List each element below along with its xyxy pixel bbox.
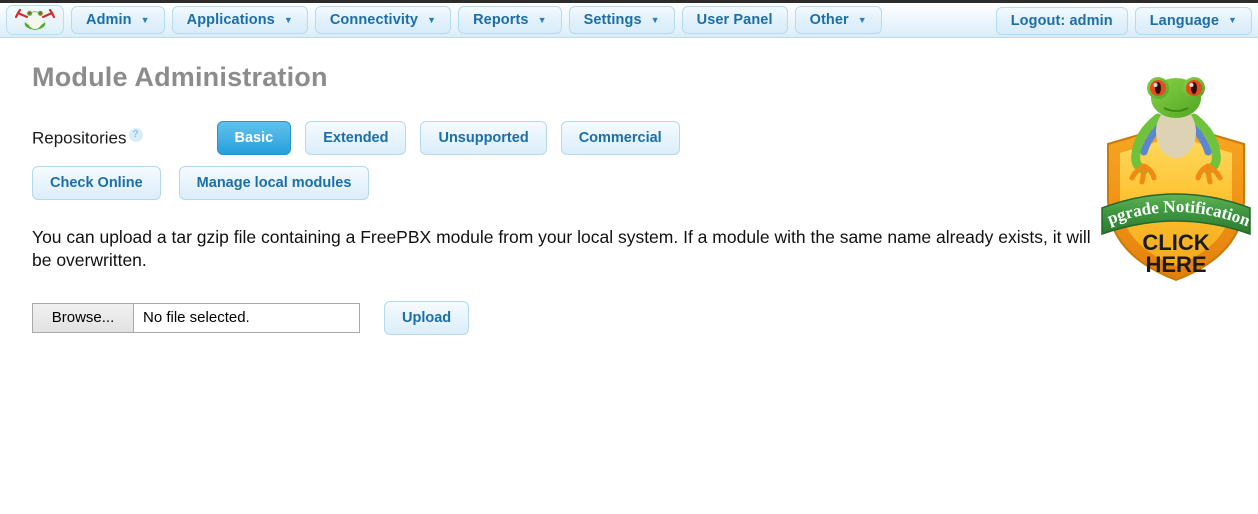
action-button-row: Check Online Manage local modules [32, 166, 1258, 200]
nav-item-user-panel[interactable]: User Panel [681, 6, 788, 34]
cta-line-2: HERE [1145, 252, 1206, 277]
chevron-down-icon: ▼ [650, 14, 660, 25]
nav-item-label: Admin [86, 12, 132, 28]
language-label: Language [1149, 12, 1219, 29]
help-icon[interactable]: ? [128, 127, 143, 142]
repositories-label-text: Repositories [32, 128, 127, 148]
nav-item-label: Settings [583, 12, 642, 28]
logout-label: Logout: admin [1010, 12, 1113, 29]
repo-tab-extended[interactable]: Extended [305, 121, 407, 155]
nav-item-label: Connectivity [329, 12, 419, 28]
chevron-down-icon: ▼ [1227, 15, 1237, 25]
manage-local-modules-button[interactable]: Manage local modules [178, 166, 370, 200]
page-title: Module Administration [32, 62, 328, 92]
chevron-down-icon: ▼ [140, 14, 150, 25]
freepbx-frog-logo-icon [15, 8, 55, 30]
selected-file-name: No file selected. [143, 309, 250, 327]
freepbx-logo-button[interactable] [6, 5, 64, 35]
chevron-down-icon: ▼ [427, 14, 437, 25]
repositories-row: Repositories? Basic Extended Unsupported… [32, 121, 1258, 155]
upload-instructions: You can upload a tar gzip file containin… [32, 227, 1091, 271]
nav-item-applications[interactable]: Applications ▼ [171, 6, 308, 34]
browse-button[interactable]: Browse... [33, 303, 134, 332]
page-content: Module Administration Repositories? Basi… [0, 43, 1258, 335]
logout-button[interactable]: Logout: admin [995, 6, 1128, 35]
upgrade-notifications-badge[interactable]: Upgrade Notifications CLICK HERE [1094, 43, 1253, 286]
nav-item-label: Reports [473, 12, 529, 28]
language-selector[interactable]: Language ▼ [1134, 6, 1252, 35]
repositories-label: Repositories? [32, 127, 151, 149]
nav-item-settings[interactable]: Settings ▼ [568, 6, 675, 34]
shield-badge-graphic: Upgrade Notifications CLICK HERE [1094, 43, 1253, 282]
repository-tabs: Basic Extended Unsupported Commercial [216, 121, 680, 155]
upload-row: Browse... No file selected. Upload [32, 300, 1258, 335]
nav-item-connectivity[interactable]: Connectivity ▼ [314, 6, 452, 34]
nav-item-other[interactable]: Other ▼ [794, 6, 882, 34]
repo-tab-unsupported[interactable]: Unsupported [420, 121, 547, 155]
chevron-down-icon: ▼ [857, 14, 867, 25]
repo-tab-commercial[interactable]: Commercial [560, 121, 680, 155]
repo-tab-basic[interactable]: Basic [216, 121, 292, 155]
upload-button[interactable]: Upload [384, 300, 470, 335]
nav-item-label: User Panel [696, 12, 773, 28]
file-upload-input[interactable]: Browse... No file selected. [32, 302, 360, 333]
nav-item-reports[interactable]: Reports ▼ [458, 6, 562, 34]
check-online-button[interactable]: Check Online [32, 166, 161, 200]
nav-item-admin[interactable]: Admin ▼ [71, 6, 165, 34]
main-navigation-bar: Admin ▼ Applications ▼ Connectivity ▼ Re… [0, 3, 1258, 38]
chevron-down-icon: ▼ [283, 14, 293, 25]
chevron-down-icon: ▼ [537, 14, 547, 25]
nav-item-label: Other [809, 12, 849, 28]
nav-right-group: Logout: admin Language ▼ [995, 3, 1252, 38]
nav-item-label: Applications [186, 12, 275, 28]
